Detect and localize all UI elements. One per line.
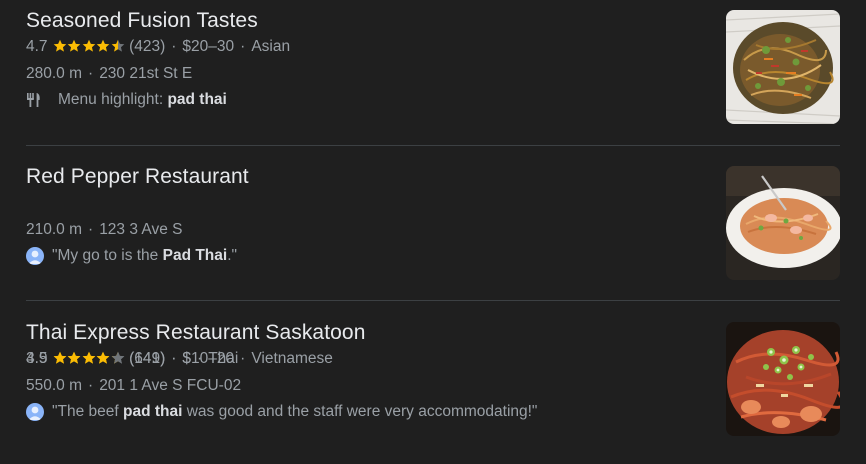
separator: · [171, 350, 177, 367]
star-full-icon [82, 39, 96, 53]
review-count[interactable]: (149) [129, 350, 165, 368]
review-snippet-line: "The beef pad thai was good and the staf… [26, 403, 537, 421]
restaurant-photo[interactable] [726, 322, 840, 436]
rating-line: 3.9 (149) · $ · Thai [26, 350, 238, 368]
detail-suffix: ." [227, 247, 238, 264]
restaurant-photo[interactable] [726, 166, 840, 280]
result-card[interactable]: Red Pepper Restaurant 4.5 (641) · $10–20… [0, 156, 866, 367]
restaurant-name[interactable]: Red Pepper Restaurant [26, 165, 249, 189]
rating-value: 4.7 [26, 38, 48, 55]
location-line: 550.0 m · 201 1 Ave S FCU-02 [26, 377, 241, 395]
address: 201 1 Ave S FCU-02 [99, 377, 242, 394]
star-full-icon [67, 351, 81, 365]
location-line: 280.0 m · 230 21st St E [26, 65, 192, 83]
utensils-icon [26, 91, 46, 109]
detail-prefix: "My go to is the [52, 247, 163, 264]
restaurant-photo[interactable] [726, 10, 840, 124]
cuisine-type: Thai [208, 350, 239, 367]
star-full-icon [67, 39, 81, 53]
menu-highlight-line: Menu highlight: pad thai [26, 91, 227, 109]
rating-line: 4.7 (423) · $20–30 · Asian [26, 38, 290, 56]
separator: · [88, 377, 94, 394]
separator: · [88, 221, 94, 238]
address: 230 21st St E [99, 65, 193, 82]
results-list: Seasoned Fusion Tastes 4.7 (423) · $20–3… [0, 0, 866, 464]
restaurant-name[interactable]: Thai Express Restaurant Saskatoon [26, 321, 365, 345]
separator: · [197, 350, 203, 367]
detail-highlight: pad thai [167, 91, 227, 108]
rating-value: 3.9 [26, 350, 48, 367]
divider [26, 145, 840, 146]
result-card[interactable]: Thai Express Restaurant Saskatoon 3.9 (1… [0, 312, 866, 458]
detail-prefix: "The beef [52, 403, 123, 420]
detail-prefix: Menu highlight: [58, 91, 168, 108]
star-full-icon [53, 39, 67, 53]
location-line: 210.0 m · 123 3 Ave S [26, 221, 183, 239]
user-avatar-icon [26, 247, 44, 265]
star-full-icon [96, 351, 110, 365]
star-full-icon [82, 351, 96, 365]
divider [26, 300, 840, 301]
review-count[interactable]: (423) [129, 38, 165, 56]
detail-suffix: was good and the staff were very accommo… [182, 403, 538, 420]
distance: 280.0 m [26, 65, 83, 82]
star-full-icon [96, 39, 110, 53]
detail-highlight: pad thai [123, 403, 183, 420]
separator: · [171, 38, 177, 55]
result-card[interactable]: Seasoned Fusion Tastes 4.7 (423) · $20–3… [0, 0, 866, 146]
star-full-icon [53, 351, 67, 365]
address: 123 3 Ave S [99, 221, 183, 238]
distance: 210.0 m [26, 221, 83, 238]
star-empty-icon [111, 351, 125, 365]
cuisine-type: Asian [251, 38, 291, 55]
star-rating [53, 351, 126, 365]
detail-highlight: Pad Thai [162, 247, 228, 264]
separator: · [88, 65, 94, 82]
star-half-icon [111, 39, 125, 53]
restaurant-name[interactable]: Seasoned Fusion Tastes [26, 9, 258, 33]
review-snippet-line: "My go to is the Pad Thai ." [26, 247, 237, 265]
price-range: $20–30 [182, 38, 235, 55]
star-rating [53, 39, 126, 53]
price-range: $ [182, 350, 192, 367]
user-avatar-icon [26, 403, 44, 421]
distance: 550.0 m [26, 377, 83, 394]
separator: · [240, 38, 246, 55]
